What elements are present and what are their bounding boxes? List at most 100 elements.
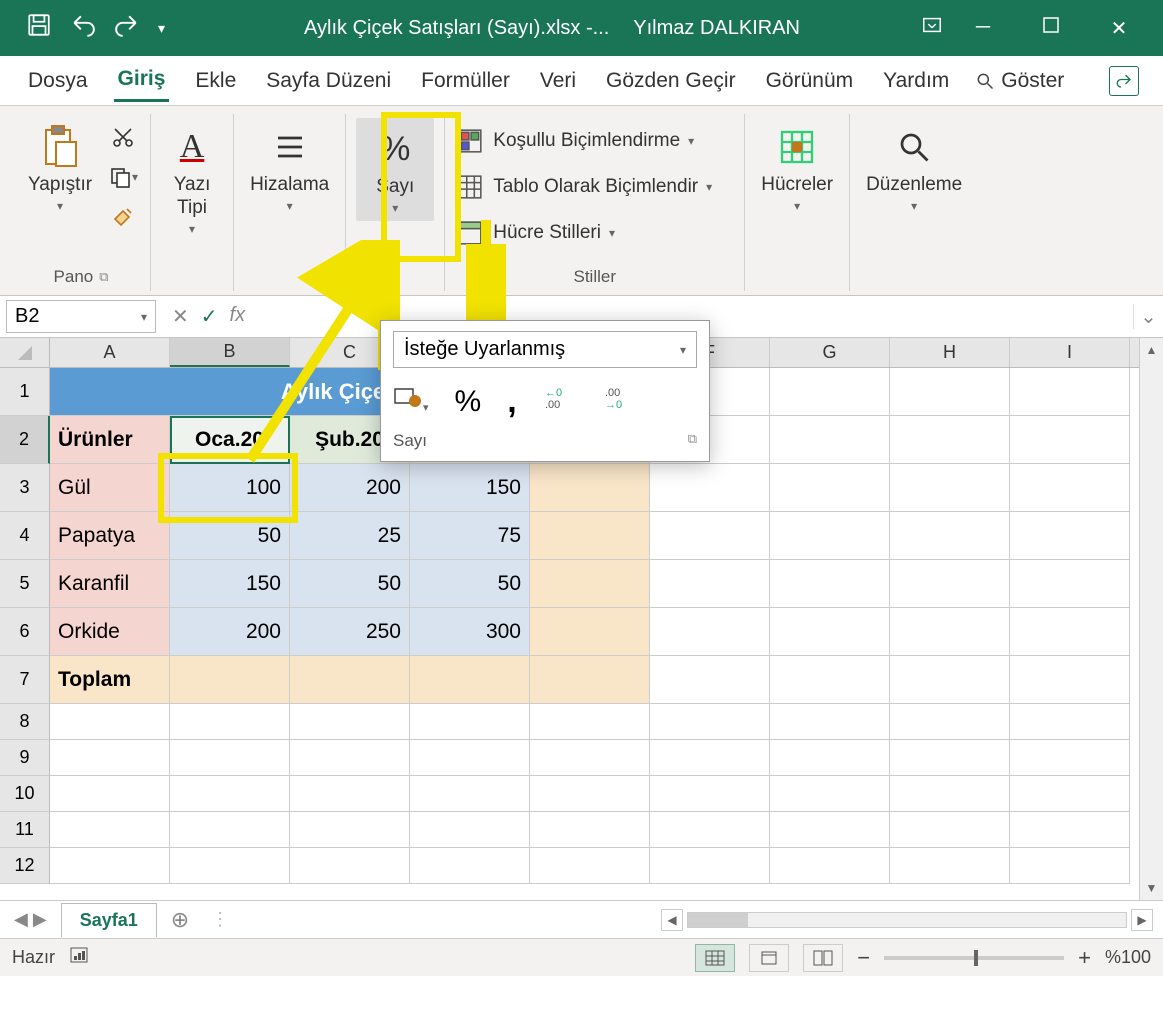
cut-button[interactable] <box>106 122 140 152</box>
cells-icon <box>772 122 822 172</box>
pano-launcher-icon[interactable]: ⧉ <box>99 269 108 285</box>
macro-icon[interactable] <box>69 946 89 969</box>
zoom-in-button[interactable]: + <box>1078 945 1091 971</box>
ribbon-tabs: Dosya Giriş Ekle Sayfa Düzeni Formüller … <box>0 56 1163 106</box>
increase-decimal-button[interactable]: ←0.00 <box>543 384 577 419</box>
row-1-hdr[interactable]: 1 <box>0 368 50 416</box>
scroll-up-button[interactable]: ▲ <box>1140 338 1163 362</box>
font-icon: A <box>167 122 217 172</box>
conditional-format-icon <box>455 126 485 156</box>
hucreler-button[interactable]: Hücreler ▾ <box>755 118 839 217</box>
col-H[interactable]: H <box>890 338 1010 367</box>
svg-text:.00: .00 <box>605 387 620 399</box>
format-painter-button[interactable] <box>106 202 140 232</box>
tablo-button[interactable]: Tablo Olarak Biçimlendir▾ <box>455 164 712 210</box>
duzenleme-button[interactable]: Düzenleme ▾ <box>860 118 968 217</box>
zoom-out-button[interactable]: − <box>857 945 870 971</box>
svg-text:.00: .00 <box>545 399 560 411</box>
status-bar: Hazır − + %100 <box>0 938 1163 976</box>
zoom-level[interactable]: %100 <box>1105 947 1151 968</box>
vertical-scrollbar[interactable]: ▲ ▼ <box>1139 338 1163 900</box>
percent-icon: % <box>370 124 420 174</box>
tab-ekle[interactable]: Ekle <box>191 61 240 101</box>
search-icon <box>975 71 995 91</box>
numpop-launcher-icon[interactable]: ⧉ <box>688 431 697 451</box>
name-box[interactable]: B2▾ <box>6 300 156 333</box>
zoom-slider[interactable] <box>884 956 1064 960</box>
group-pano: Yapıştır ▾ ▾ Pano ⧉ <box>12 114 151 291</box>
tab-formuller[interactable]: Formüller <box>417 61 514 101</box>
chevron-down-icon: ▾ <box>794 199 800 213</box>
tell-me[interactable]: Göster <box>975 69 1064 93</box>
copy-button[interactable]: ▾ <box>106 162 140 192</box>
col-I[interactable]: I <box>1010 338 1130 367</box>
save-button[interactable] <box>26 12 52 44</box>
select-all-button[interactable] <box>0 338 50 367</box>
chevron-down-icon: ▾ <box>287 199 293 213</box>
minimize-button[interactable]: ─ <box>963 16 1003 41</box>
arrow-sayi-to-popup <box>466 214 506 324</box>
maximize-button[interactable] <box>1031 16 1071 41</box>
group-hucreler: Hücreler ▾ <box>745 114 850 291</box>
close-button[interactable]: ✕ <box>1099 16 1139 41</box>
scroll-left-button[interactable]: ◀ <box>661 909 683 931</box>
pagebreak-view-button[interactable] <box>803 944 843 972</box>
row-2-hdr[interactable]: 2 <box>0 416 50 464</box>
format-selector[interactable]: İsteğe Uyarlanmış▾ <box>393 331 697 368</box>
chevron-down-icon: ▾ <box>189 222 195 236</box>
arrow-cell-to-sayi <box>230 240 400 470</box>
tab-yardim[interactable]: Yardım <box>879 61 953 101</box>
tab-veri[interactable]: Veri <box>536 61 580 101</box>
tab-gorunum[interactable]: Görünüm <box>762 61 858 101</box>
decrease-decimal-button[interactable]: .00→0 <box>603 384 637 419</box>
tell-me-label: Göster <box>1001 69 1064 93</box>
share-button[interactable] <box>1109 66 1139 96</box>
window-controls: ─ ✕ <box>963 16 1155 41</box>
percent-format-button[interactable]: % <box>455 385 482 419</box>
qat-dropdown[interactable]: ▾ <box>158 20 165 37</box>
cancel-icon[interactable]: ✕ <box>172 304 189 329</box>
svg-text:←0: ←0 <box>545 387 562 399</box>
sayi-button[interactable]: % Sayı ▾ <box>356 118 434 221</box>
yazitipi-button[interactable]: A Yazı Tipi ▾ <box>161 118 223 240</box>
comma-format-button[interactable]: , <box>507 382 516 421</box>
align-icon <box>265 122 315 172</box>
redo-button[interactable] <box>114 12 140 44</box>
col-G[interactable]: G <box>770 338 890 367</box>
sheet-nav[interactable]: ◀ ▶ <box>0 909 61 930</box>
sheet-bar: ◀ ▶ Sayfa1 ⊕ ⋮ ◀ ▶ <box>0 900 1163 938</box>
sheet-tab[interactable]: Sayfa1 <box>61 903 157 937</box>
add-sheet-button[interactable]: ⊕ <box>157 907 203 933</box>
normal-view-button[interactable] <box>695 944 735 972</box>
pagelayout-view-button[interactable] <box>749 944 789 972</box>
hizalama-button[interactable]: Hizalama ▾ <box>244 118 335 217</box>
yapistir-button[interactable]: Yapıştır ▾ <box>22 118 98 217</box>
scroll-down-button[interactable]: ▼ <box>1140 876 1163 900</box>
find-icon <box>889 122 939 172</box>
hdr-urunler[interactable]: Ürünler <box>50 416 170 464</box>
ribbon-display-button[interactable] <box>921 14 943 42</box>
chevron-down-icon: ▾ <box>911 199 917 213</box>
accounting-format-button[interactable]: ▾ <box>393 385 429 418</box>
enter-icon[interactable]: ✓ <box>201 304 218 329</box>
horizontal-scrollbar[interactable]: ◀ ▶ <box>237 909 1163 931</box>
kosullu-button[interactable]: Koşullu Biçimlendirme▾ <box>455 118 694 164</box>
tab-dosya[interactable]: Dosya <box>24 61 92 101</box>
ribbon: Yapıştır ▾ ▾ Pano ⧉ A Yazı Tipi ▾ Hi <box>0 106 1163 296</box>
expand-formula-button[interactable]: ⌄ <box>1133 304 1163 329</box>
clipboard-icon <box>35 122 85 172</box>
status-ready: Hazır <box>12 947 55 968</box>
quick-access-toolbar: ▾ <box>8 12 183 44</box>
number-format-popup: İsteğe Uyarlanmış▾ ▾ % , ←0.00 .00→0 Say… <box>380 320 710 462</box>
username-text: Yılmaz DALKIRAN <box>633 17 800 40</box>
undo-button[interactable] <box>70 12 96 44</box>
window-title: Aylık Çiçek Satışları (Sayı).xlsx -... Y… <box>183 17 921 40</box>
tab-sayfaduzeni[interactable]: Sayfa Düzeni <box>262 61 395 101</box>
group-yazitipi: A Yazı Tipi ▾ <box>151 114 234 291</box>
scroll-right-button[interactable]: ▶ <box>1131 909 1153 931</box>
group-duzenleme: Düzenleme ▾ <box>850 114 978 291</box>
tab-gozden[interactable]: Gözden Geçir <box>602 61 740 101</box>
col-A[interactable]: A <box>50 338 170 367</box>
tab-giris[interactable]: Giriş <box>114 59 170 102</box>
title-bar: ▾ Aylık Çiçek Satışları (Sayı).xlsx -...… <box>0 0 1163 56</box>
